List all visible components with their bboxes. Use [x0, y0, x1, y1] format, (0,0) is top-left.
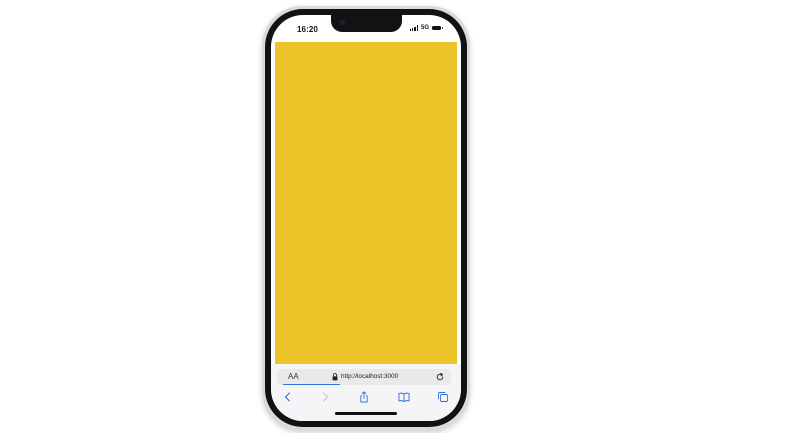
address-bar[interactable]: AA http://localhost:3000 — [277, 369, 451, 385]
safari-toolbar — [271, 390, 461, 404]
page-load-progress — [283, 383, 340, 385]
home-indicator[interactable] — [335, 412, 397, 415]
text-size-label: AA — [288, 372, 299, 381]
notch — [331, 15, 402, 32]
url-text[interactable]: http://localhost:3000 — [341, 372, 398, 382]
back-icon[interactable] — [282, 391, 294, 403]
bookmarks-icon[interactable] — [398, 391, 410, 403]
phone-screen: 16:20 5G AA http://localhost:3000 — [271, 15, 461, 421]
screen-stage: 16:20 5G AA http://localhost:3000 — [0, 0, 800, 433]
safari-bottom-bar: AA http://localhost:3000 — [271, 364, 461, 421]
cellular-signal-icon — [409, 25, 418, 31]
reload-icon[interactable] — [435, 372, 445, 382]
front-camera-icon — [340, 20, 345, 25]
forward-icon[interactable] — [319, 391, 331, 403]
lock-icon — [332, 373, 338, 381]
status-time: 16:20 — [297, 25, 318, 34]
network-label: 5G — [420, 25, 429, 31]
battery-icon — [432, 26, 443, 30]
share-icon[interactable] — [358, 391, 370, 403]
web-page-content[interactable] — [275, 42, 457, 364]
status-indicators: 5G — [409, 25, 443, 31]
text-size-button[interactable]: AA — [288, 372, 299, 382]
tabs-icon[interactable] — [437, 391, 449, 403]
